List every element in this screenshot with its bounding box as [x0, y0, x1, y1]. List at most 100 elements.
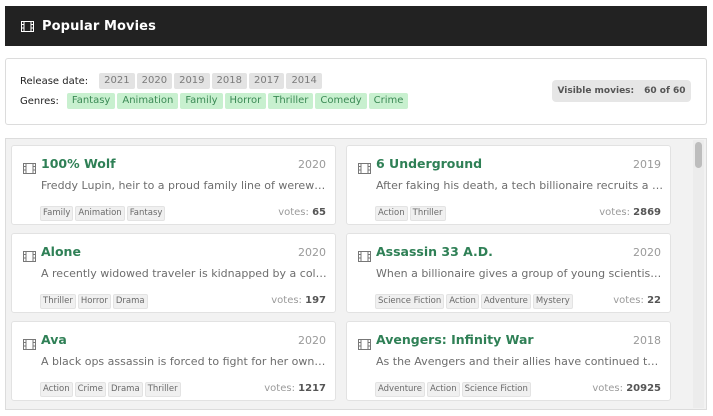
- movie-description: When a billionaire gives a group of youn…: [376, 267, 663, 280]
- genres-filter: Genres: Fantasy Animation Family Horror …: [20, 93, 410, 109]
- movie-title[interactable]: Ava: [41, 332, 67, 347]
- film-icon: [23, 335, 36, 354]
- genre-chip[interactable]: Animation: [117, 93, 179, 109]
- movie-genre-tags: Science Fiction Action Adventure Mystery: [375, 294, 575, 309]
- movie-year: 2019: [633, 158, 661, 171]
- genre-chip[interactable]: Thriller: [268, 93, 314, 109]
- movie-genre-tags: Action Thriller: [375, 206, 448, 221]
- genre-tag: Thriller: [409, 206, 446, 221]
- film-icon: [23, 159, 36, 178]
- release-date-label: Release date:: [20, 75, 89, 87]
- movie-votes: votes: 65: [278, 207, 326, 218]
- genre-tag: Thriller: [40, 294, 76, 309]
- genre-tag: Action: [40, 382, 73, 397]
- movie-card[interactable]: Ava 2020 A black ops assassin is forced …: [11, 321, 336, 401]
- visible-movies-count: 60 of 60: [644, 86, 686, 96]
- movie-genre-tags: Adventure Action Science Fiction: [375, 382, 533, 397]
- votes-count: 2869: [633, 207, 661, 218]
- movie-card[interactable]: Alone 2020 A recently widowed traveler i…: [11, 233, 336, 313]
- movie-title[interactable]: 100% Wolf: [41, 156, 116, 171]
- movie-description: As the Avengers and their allies have co…: [376, 355, 663, 368]
- movie-year: 2020: [298, 246, 326, 259]
- genre-tag: Crime: [74, 382, 106, 397]
- movie-title[interactable]: Assassin 33 A.D.: [376, 244, 493, 259]
- genre-tag: Horror: [77, 294, 111, 309]
- app-header: Popular Movies: [5, 6, 707, 46]
- genre-tag: Action: [446, 294, 479, 309]
- genre-chip[interactable]: Comedy: [315, 93, 367, 109]
- votes-label: votes:: [271, 295, 302, 306]
- genre-tag: Drama: [112, 294, 148, 309]
- page-title: Popular Movies: [42, 18, 156, 34]
- movie-title[interactable]: Avengers: Infinity War: [376, 332, 534, 347]
- film-icon: [358, 335, 371, 354]
- movie-votes: votes: 22: [613, 295, 661, 306]
- movie-description: A recently widowed traveler is kidnapped…: [41, 267, 328, 280]
- movie-card[interactable]: Avengers: Infinity War 2018 As the Aveng…: [346, 321, 671, 401]
- genre-tag: Thriller: [144, 382, 181, 397]
- movie-genre-tags: Family Animation Fantasy: [40, 206, 167, 221]
- votes-label: votes:: [613, 295, 644, 306]
- votes-label: votes:: [264, 383, 295, 394]
- genre-tag: Adventure: [375, 382, 425, 397]
- filter-panel: Release date: 2021 2020 2019 2018 2017 2…: [5, 58, 707, 125]
- year-chip[interactable]: 2019: [174, 73, 210, 89]
- visible-movies-badge: Visible movies: 60 of 60: [552, 80, 691, 102]
- list-scrollbar[interactable]: [693, 140, 704, 408]
- votes-count: 65: [312, 207, 326, 218]
- genre-tag: Action: [375, 206, 408, 221]
- votes-count: 20925: [626, 383, 661, 394]
- votes-count: 22: [647, 295, 661, 306]
- genre-tag: Adventure: [480, 294, 531, 309]
- movie-votes: votes: 1217: [264, 383, 326, 394]
- movie-description: A black ops assassin is forced to fight …: [41, 355, 328, 368]
- film-icon: [358, 159, 371, 178]
- movie-card[interactable]: 100% Wolf 2020 Freddy Lupin, heir to a p…: [11, 145, 336, 225]
- genre-chip[interactable]: Fantasy: [66, 93, 116, 109]
- votes-label: votes:: [278, 207, 309, 218]
- genre-tag: Drama: [107, 382, 143, 397]
- votes-label: votes:: [592, 383, 624, 394]
- visible-movies-label: Visible movies:: [557, 86, 635, 96]
- movie-votes: votes: 2869: [599, 207, 661, 218]
- year-chip[interactable]: 2018: [211, 73, 247, 89]
- genres-label: Genres:: [20, 95, 59, 107]
- release-date-filter: Release date: 2021 2020 2019 2018 2017 2…: [20, 73, 324, 89]
- movie-year: 2020: [633, 246, 661, 259]
- movie-card[interactable]: Assassin 33 A.D. 2020 When a billionaire…: [346, 233, 671, 313]
- year-chip[interactable]: 2021: [99, 73, 135, 89]
- votes-count: 197: [305, 295, 326, 306]
- genre-chip[interactable]: Crime: [368, 93, 409, 109]
- genre-tag: Family: [40, 206, 74, 221]
- scrollbar-thumb[interactable]: [695, 142, 702, 168]
- year-chip[interactable]: 2014: [286, 73, 322, 89]
- genre-tag: Science Fiction: [375, 294, 445, 309]
- genre-tag: Action: [426, 382, 460, 397]
- movie-year: 2018: [633, 334, 661, 347]
- genre-tag: Science Fiction: [461, 382, 531, 397]
- movie-year: 2020: [298, 158, 326, 171]
- year-chip[interactable]: 2017: [248, 73, 285, 89]
- movie-genre-tags: Thriller Horror Drama: [40, 294, 150, 309]
- movie-genre-tags: Action Crime Drama Thriller: [40, 382, 183, 397]
- film-icon: [23, 247, 36, 266]
- movie-description: After faking his death, a tech billionai…: [376, 179, 663, 192]
- genre-tag: Fantasy: [126, 206, 166, 221]
- year-chip[interactable]: 2020: [136, 73, 173, 89]
- genre-chip[interactable]: Family: [180, 93, 223, 109]
- movie-title[interactable]: 6 Underground: [376, 156, 482, 171]
- movie-votes: votes: 197: [271, 295, 326, 306]
- movie-grid: 100% Wolf 2020 Freddy Lupin, heir to a p…: [11, 145, 672, 401]
- votes-label: votes:: [599, 207, 630, 218]
- genre-tag: Animation: [75, 206, 125, 221]
- movie-description: Freddy Lupin, heir to a proud family lin…: [41, 179, 328, 192]
- movie-votes: votes: 20925: [592, 383, 661, 394]
- movie-list[interactable]: 100% Wolf 2020 Freddy Lupin, heir to a p…: [5, 138, 707, 410]
- genre-chip[interactable]: Horror: [224, 93, 267, 109]
- movie-card[interactable]: 6 Underground 2019 After faking his deat…: [346, 145, 671, 225]
- movie-title[interactable]: Alone: [41, 244, 81, 259]
- film-icon: [21, 20, 34, 32]
- votes-count: 1217: [298, 383, 326, 394]
- film-icon: [358, 247, 371, 266]
- genre-tag: Mystery: [532, 294, 573, 309]
